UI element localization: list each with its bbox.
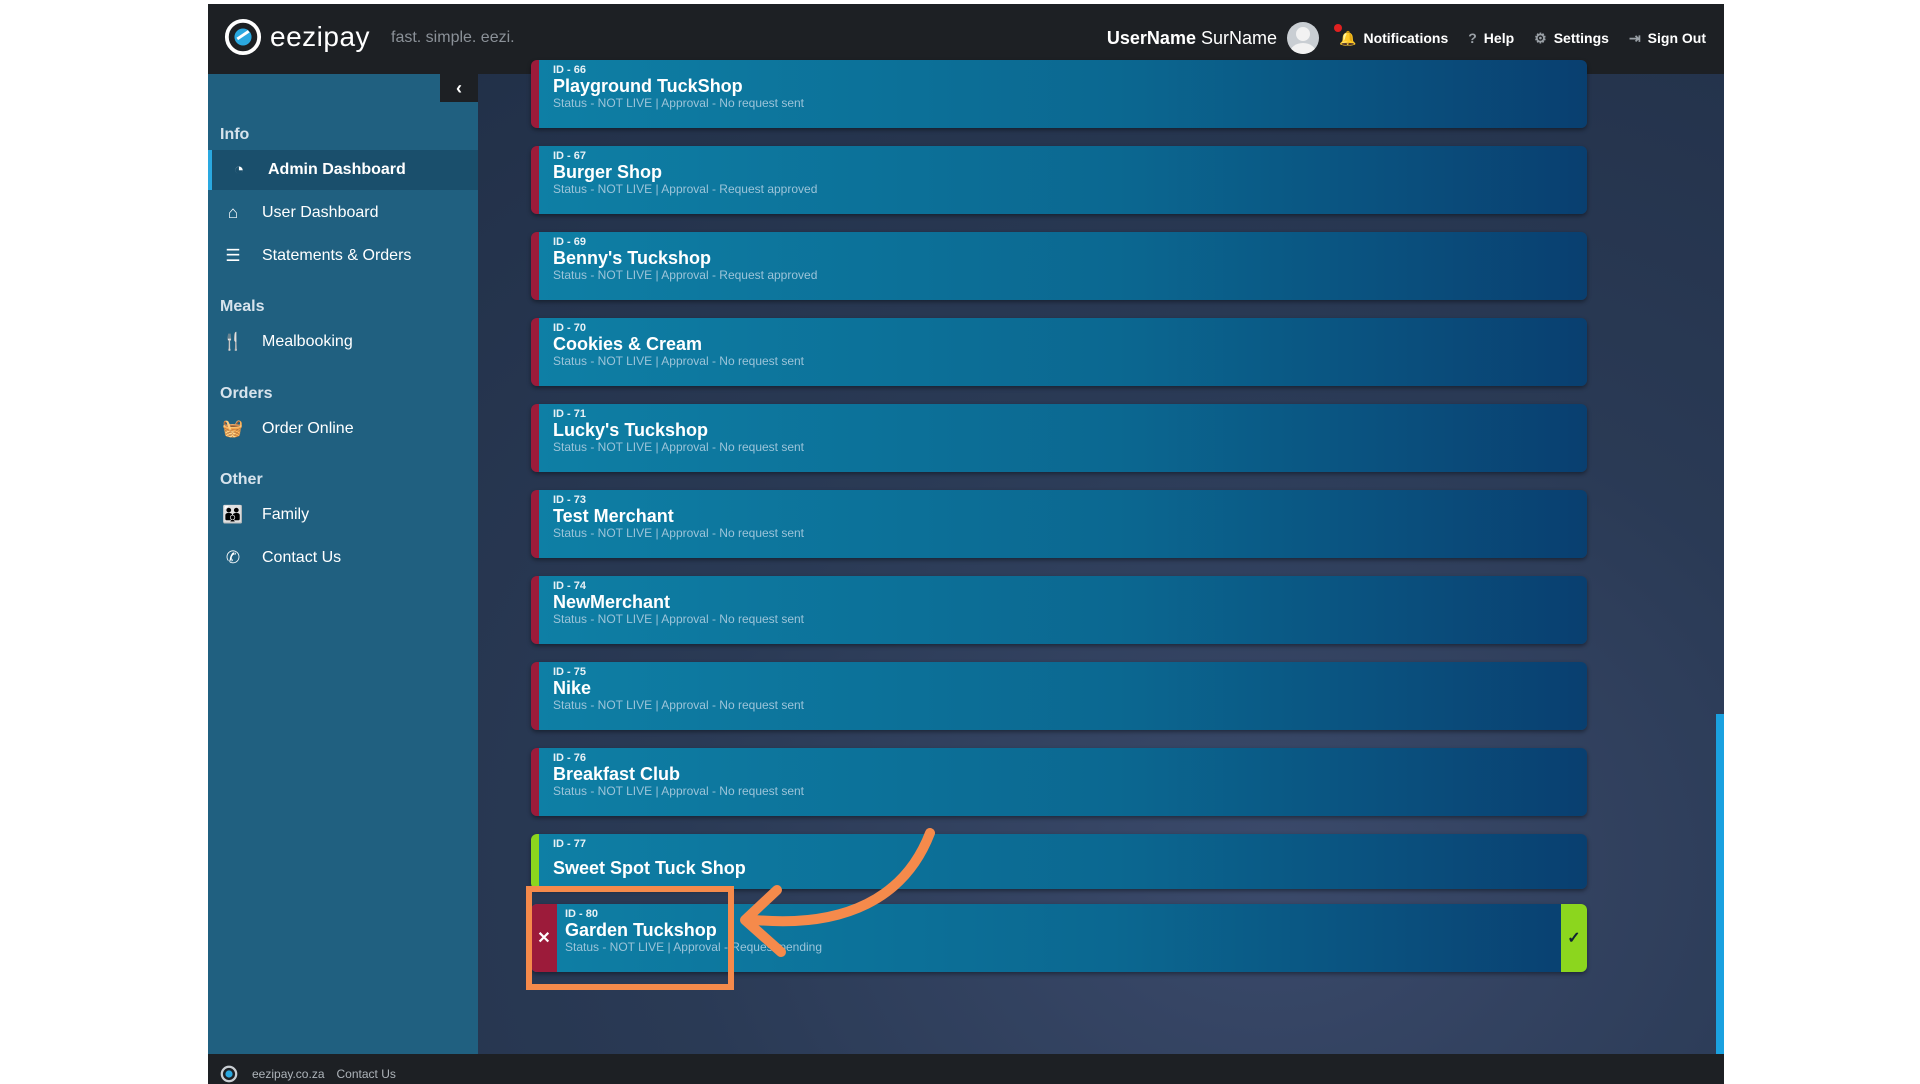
merchant-status: Status - NOT LIVE | Approval - No reques… (553, 698, 805, 712)
user-area: UserName SurName 🔔 Notifications ? Help … (1107, 22, 1706, 54)
sidebar: ‹ Info ◔ Admin Dashboard ⌂ User Dashboar… (208, 74, 478, 1054)
cutlery-icon: 🍴 (222, 332, 244, 351)
merchant-card[interactable]: ID - 70 Cookies & Cream Status - NOT LIV… (531, 318, 1587, 386)
user-first-name: UserName (1106, 27, 1196, 48)
merchant-card[interactable]: ID - 77 Sweet Spot Tuck Shop (531, 834, 1587, 889)
merchant-card[interactable]: ID - 73 Test Merchant Status - NOT LIVE … (531, 490, 1587, 558)
user-last-name: SurName (1200, 27, 1278, 48)
merchant-card[interactable]: ID - 67 Burger Shop Status - NOT LIVE | … (531, 146, 1587, 214)
merchant-name: Playground TuckShop (553, 76, 743, 96)
sidebar-item-label: Statements & Orders (262, 247, 412, 264)
phone-icon: ✆ (225, 548, 241, 567)
basket-icon: 🧺 (222, 419, 244, 438)
merchant-id: ID - 74 (553, 580, 587, 592)
list-icon: ☰ (225, 246, 241, 265)
merchant-name: Burger Shop (553, 162, 663, 182)
merchant-card[interactable]: ID - 66 Playground TuckShop Status - NOT… (531, 60, 1587, 128)
merchant-status: Status - NOT LIVE | Approval - No reques… (553, 612, 805, 626)
sidebar-item-admin-dashboard[interactable]: ◔ Admin Dashboard (208, 150, 478, 190)
merchant-id: ID - 71 (553, 408, 587, 420)
approve-button[interactable]: ✓ (1561, 904, 1587, 972)
home-icon: ⌂ (227, 203, 239, 222)
merchant-id: ID - 73 (553, 494, 587, 506)
chevron-left-icon: ‹ (456, 77, 462, 98)
eezipay-logo-icon (224, 18, 262, 56)
user-name[interactable]: UserName SurName (1107, 28, 1277, 49)
sidebar-item-label: Contact Us (262, 549, 342, 566)
footer-site-link[interactable]: eezipay.co.za (252, 1067, 325, 1081)
help-label: Help (1483, 30, 1515, 46)
merchant-name: Lucky's Tuckshop (553, 420, 708, 440)
merchant-card[interactable]: ID - 75 Nike Status - NOT LIVE | Approva… (531, 662, 1587, 730)
gear-icon: ⚙ (1534, 29, 1547, 46)
merchant-name: Test Merchant (553, 506, 674, 526)
sidebar-item-mealbooking[interactable]: 🍴 Mealbooking (208, 322, 478, 362)
tagline: fast. simple. eezi. (391, 29, 515, 46)
help-link[interactable]: ? Help (1468, 30, 1514, 46)
merchant-name: Breakfast Club (553, 764, 681, 784)
footer-contact-link[interactable]: Contact Us (337, 1067, 396, 1081)
sidebar-item-order-online[interactable]: 🧺 Order Online (208, 409, 478, 449)
highlight-box (526, 886, 734, 990)
sidebar-item-statements-orders[interactable]: ☰ Statements & Orders (208, 236, 478, 276)
bell-icon: 🔔 (1334, 23, 1356, 47)
sidebar-item-label: Family (262, 506, 310, 523)
merchant-status: Status - NOT LIVE | Approval - No reques… (553, 526, 805, 540)
question-icon: ? (1468, 30, 1477, 46)
sidebar-item-label: User Dashboard (262, 204, 379, 221)
merchant-id: ID - 69 (553, 236, 587, 248)
app-window: eezipay fast. simple. eezi. UserName Sur… (208, 4, 1724, 1084)
sidebar-item-label: Order Online (262, 420, 354, 437)
sidebar-collapse-button[interactable]: ‹ (440, 74, 478, 102)
merchant-status: Status - NOT LIVE | Approval - Request a… (553, 182, 818, 196)
merchant-name: Benny's Tuckshop (553, 248, 711, 268)
merchant-status: Status - NOT LIVE | Approval - No reques… (553, 354, 805, 368)
merchant-id: ID - 66 (553, 64, 587, 76)
merchant-status: Status - NOT LIVE | Approval - No reques… (553, 784, 805, 798)
scrollbar[interactable] (1716, 714, 1724, 1084)
eezipay-logo-icon (220, 1065, 238, 1083)
merchant-id: ID - 67 (553, 150, 587, 162)
merchant-status: Status - NOT LIVE | Approval - No reques… (553, 96, 805, 110)
logo[interactable]: eezipay (224, 18, 370, 56)
sidebar-item-label: Mealbooking (262, 333, 353, 350)
family-icon: 👪 (222, 505, 244, 524)
section-info: Info (220, 126, 250, 143)
sign-out-icon: ⇥ (1628, 29, 1641, 46)
dashboard-icon: ◔ (233, 160, 245, 179)
avatar[interactable] (1287, 22, 1320, 54)
annotation-arrow-icon (740, 828, 935, 957)
check-icon: ✓ (1567, 930, 1581, 947)
sidebar-item-contact-us[interactable]: ✆ Contact Us (208, 538, 478, 578)
brand-name: eezipay (270, 21, 371, 52)
sign-out-label: Sign Out (1647, 30, 1706, 46)
merchant-card[interactable]: ID - 69 Benny's Tuckshop Status - NOT LI… (531, 232, 1587, 300)
settings-label: Settings (1553, 30, 1609, 46)
merchant-id: ID - 75 (553, 666, 587, 678)
notification-dot (1334, 23, 1343, 32)
merchant-name: NewMerchant (553, 592, 671, 612)
sidebar-item-label: Admin Dashboard (268, 161, 406, 178)
merchant-status: Status - NOT LIVE | Approval - No reques… (553, 440, 805, 454)
sidebar-item-user-dashboard[interactable]: ⌂ User Dashboard (208, 193, 478, 233)
merchant-status: Status - NOT LIVE | Approval - Request a… (553, 268, 818, 282)
merchant-name: Sweet Spot Tuck Shop (553, 858, 746, 878)
sidebar-item-family[interactable]: 👪 Family (208, 495, 478, 535)
merchant-id: ID - 77 (553, 838, 587, 850)
merchant-card[interactable]: ID - 71 Lucky's Tuckshop Status - NOT LI… (531, 404, 1587, 472)
sign-out-link[interactable]: ⇥ Sign Out (1629, 30, 1706, 47)
section-other: Other (220, 471, 263, 488)
merchant-card[interactable]: ID - 76 Breakfast Club Status - NOT LIVE… (531, 748, 1587, 816)
section-orders: Orders (220, 385, 273, 402)
merchant-name: Nike (553, 678, 592, 698)
merchant-card[interactable]: ID - 74 NewMerchant Status - NOT LIVE | … (531, 576, 1587, 644)
settings-link[interactable]: ⚙ Settings (1534, 30, 1609, 47)
notifications-link[interactable]: 🔔 Notifications (1334, 23, 1449, 47)
merchant-name: Cookies & Cream (553, 334, 703, 354)
notifications-label: Notifications (1363, 30, 1449, 46)
merchant-id: ID - 76 (553, 752, 587, 764)
section-meals: Meals (220, 298, 265, 315)
merchant-id: ID - 70 (553, 322, 587, 334)
